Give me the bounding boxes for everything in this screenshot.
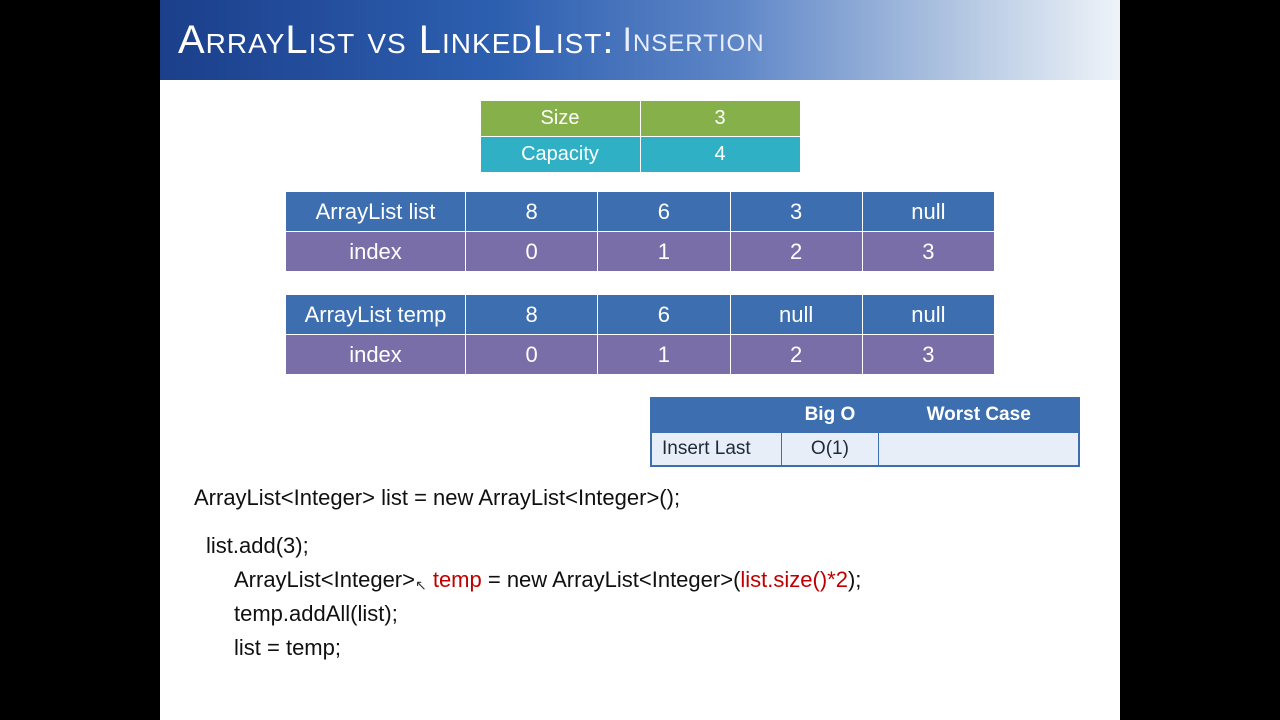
temp-index: 0 [466,335,598,375]
title-main: ArrayList vs LinkedList: [178,18,615,63]
code-frag-temp: temp [427,567,482,592]
list-cell: 3 [730,192,862,232]
bigo-header-bigo: Big O [781,398,879,432]
size-value: 3 [640,101,800,137]
arraylist-list-table: ArrayList list 8 6 3 null index 0 1 2 3 [285,191,995,272]
bigo-header-worst: Worst Case [879,398,1079,432]
list-cell: 8 [466,192,598,232]
letterbox-right [1120,0,1280,720]
list-index: 2 [730,232,862,272]
slide: ArrayList vs LinkedList: Insertion Size … [160,0,1120,720]
letterbox-left [0,0,160,720]
code-line-3: ArrayList<Integer>↖ temp = new ArrayList… [234,563,1090,597]
bigo-header-blank [651,398,781,432]
code-line-5: list = temp; [234,631,1090,665]
size-capacity-table: Size 3 Capacity 4 [480,100,801,173]
temp-cell: null [862,295,994,335]
capacity-label: Capacity [480,137,640,173]
temp-index: 1 [598,335,730,375]
title-bar: ArrayList vs LinkedList: Insertion [160,0,1120,80]
bigo-row-label: Insert Last [651,432,781,466]
capacity-value: 4 [640,137,800,173]
list-index: 1 [598,232,730,272]
temp-index: 3 [862,335,994,375]
temp-label: ArrayList temp [286,295,466,335]
code-frag: = new ArrayList<Integer>( [482,567,741,592]
cursor-icon: ↖ [415,575,427,597]
list-cell: null [862,192,994,232]
temp-index: 2 [730,335,862,375]
temp-index-label: index [286,335,466,375]
list-label: ArrayList list [286,192,466,232]
temp-cell: 6 [598,295,730,335]
temp-cell: null [730,295,862,335]
title-sub: Insertion [623,21,765,60]
list-cell: 6 [598,192,730,232]
bigo-row-worst [879,432,1079,466]
list-index: 0 [466,232,598,272]
list-index-label: index [286,232,466,272]
code-line-2: list.add(3); [206,529,1090,563]
arraylist-temp-table: ArrayList temp 8 6 null null index 0 1 2… [285,294,995,375]
code-line-4: temp.addAll(list); [234,597,1090,631]
size-label: Size [480,101,640,137]
slide-content: Size 3 Capacity 4 ArrayList list 8 6 3 n… [160,80,1120,665]
list-index: 3 [862,232,994,272]
code-line-1: ArrayList<Integer> list = new ArrayList<… [194,481,1090,515]
temp-cell: 8 [466,295,598,335]
bigo-table: Big O Worst Case Insert Last O(1) [650,397,1080,467]
code-frag-arg: list.size()*2 [740,567,848,592]
bigo-row-value: O(1) [781,432,879,466]
code-frag: ArrayList<Integer> [234,567,415,592]
code-frag: ); [848,567,861,592]
code-block: ArrayList<Integer> list = new ArrayList<… [190,481,1090,665]
